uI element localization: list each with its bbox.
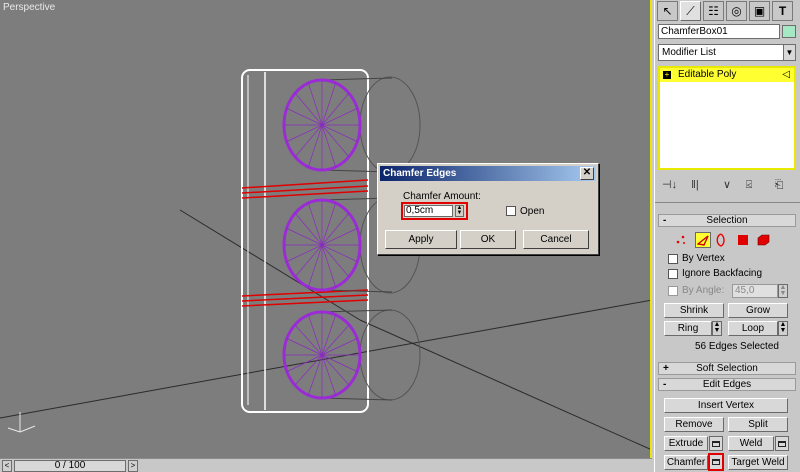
apply-button[interactable]: Apply xyxy=(385,230,457,249)
collapse-icon: - xyxy=(663,215,667,226)
expand-icon: + xyxy=(663,363,669,374)
time-prev-button[interactable]: < xyxy=(2,460,12,472)
by-angle-field[interactable]: 45,0 xyxy=(732,284,778,298)
chamfer-amount-label: Chamfer Amount: xyxy=(403,191,481,202)
box-outline xyxy=(241,69,369,413)
ignore-backfacing-checkbox[interactable] xyxy=(668,269,678,279)
vertex-mode-icon[interactable] xyxy=(673,232,689,248)
weld-settings-button[interactable] xyxy=(775,436,789,451)
utilities-icon: T xyxy=(778,4,787,18)
weld-button[interactable]: Weld xyxy=(728,436,774,451)
element-mode-icon[interactable] xyxy=(755,232,771,248)
rollout-title: Soft Selection xyxy=(696,363,758,374)
modifier-stack[interactable]: + Editable Poly ◁ xyxy=(658,66,796,170)
selection-rollout-header[interactable]: - Selection xyxy=(658,214,796,227)
rollout-title: Edit Edges xyxy=(702,379,752,390)
edit-edges-rollout-header[interactable]: - Edit Edges xyxy=(658,378,796,391)
soft-selection-rollout-header[interactable]: + Soft Selection xyxy=(658,362,796,375)
settings-window-icon xyxy=(712,459,720,465)
stack-toolbar: ⊣↓ ‖| ∨ ⍃ ⎗ xyxy=(658,176,796,194)
loop-spinner[interactable]: ▲ ▼ xyxy=(778,321,788,336)
command-panel-tabs: ↖ ⟋ ☷ ◎ ▣ T xyxy=(655,0,800,22)
insert-vertex-button[interactable]: Insert Vertex xyxy=(664,398,788,413)
time-next-button[interactable]: > xyxy=(128,460,138,472)
target-weld-button[interactable]: Target Weld xyxy=(728,455,788,470)
stack-item-label: Editable Poly xyxy=(678,69,737,80)
dialog-title-bar[interactable]: Chamfer Edges ✕ xyxy=(380,166,596,181)
polygon-mode-icon[interactable] xyxy=(735,232,751,248)
utilities-tab[interactable]: T xyxy=(772,1,793,21)
create-tab[interactable]: ↖ xyxy=(657,1,678,21)
modify-tab[interactable]: ⟋ xyxy=(680,1,701,21)
selection-status: 56 Edges Selected xyxy=(695,341,779,352)
settings-window-icon xyxy=(712,440,720,447)
show-end-result-icon[interactable]: ‖| xyxy=(688,178,702,192)
border-mode-icon[interactable] xyxy=(713,232,729,248)
ok-button[interactable]: OK xyxy=(460,230,516,249)
extrude-button[interactable]: Extrude xyxy=(664,436,708,451)
make-unique-icon[interactable]: ∨ xyxy=(720,178,734,192)
chamfer-amount-spinner[interactable]: ▲ ▼ xyxy=(455,205,464,217)
timeline: < 0 / 100 > xyxy=(0,458,652,472)
motion-tab[interactable]: ◎ xyxy=(726,1,747,21)
grow-button[interactable]: Grow xyxy=(728,303,788,318)
spin-down-icon: ▼ xyxy=(456,210,463,216)
rollout-title: Selection xyxy=(706,215,748,226)
create-icon: ↖ xyxy=(662,4,673,18)
edge-subobject-icon: ◁ xyxy=(782,69,790,80)
command-panel: ↖ ⟋ ☷ ◎ ▣ T ChamferBox01 Modifier List ▼… xyxy=(654,0,800,472)
open-checkbox[interactable] xyxy=(506,206,516,216)
by-angle-checkbox[interactable] xyxy=(668,286,678,296)
chamfer-edges-dialog: Chamfer Edges ✕ Chamfer Amount: 0,5cm ▲ ▼… xyxy=(377,163,599,255)
viewport-label[interactable]: Perspective xyxy=(3,2,55,13)
ring-button[interactable]: Ring xyxy=(664,321,712,336)
object-color-swatch[interactable] xyxy=(782,25,796,38)
hierarchy-tab[interactable]: ☷ xyxy=(703,1,724,21)
spin-down-icon: ▼ xyxy=(779,290,787,297)
object-name-field[interactable]: ChamferBox01 xyxy=(658,24,780,39)
remove-modifier-icon[interactable]: ⍃ xyxy=(742,178,756,192)
remove-button[interactable]: Remove xyxy=(664,417,724,432)
close-icon[interactable]: ✕ xyxy=(580,167,594,180)
stack-item-editable-poly[interactable]: + Editable Poly ◁ xyxy=(660,68,794,82)
settings-window-icon xyxy=(778,440,786,447)
chamfer-button[interactable]: Chamfer xyxy=(664,455,708,470)
open-label: Open xyxy=(520,206,545,217)
chamfer-amount-highlight: 0,5cm ▲ ▼ xyxy=(401,202,468,220)
edge-mode-icon[interactable] xyxy=(695,232,711,248)
time-slider[interactable]: 0 / 100 xyxy=(14,460,126,472)
motion-icon: ◎ xyxy=(731,4,742,18)
chamfer-amount-field[interactable]: 0,5cm xyxy=(404,205,453,217)
ignore-backfacing-label: Ignore Backfacing xyxy=(682,268,763,279)
ring-spinner[interactable]: ▲ ▼ xyxy=(712,321,722,336)
spin-down-icon: ▼ xyxy=(713,327,721,334)
chevron-down-icon[interactable]: ▼ xyxy=(783,45,795,60)
lens-top xyxy=(282,76,421,174)
by-vertex-checkbox[interactable] xyxy=(668,254,678,264)
modifier-list-dropdown[interactable]: Modifier List ▼ xyxy=(658,44,796,61)
hierarchy-icon: ☷ xyxy=(708,4,719,18)
loop-button[interactable]: Loop xyxy=(728,321,778,336)
extrude-settings-button[interactable] xyxy=(709,436,723,451)
lens-bottom xyxy=(282,309,421,401)
shrink-button[interactable]: Shrink xyxy=(664,303,724,318)
by-angle-spinner[interactable]: ▲ ▼ xyxy=(778,284,788,298)
modifier-list-label: Modifier List xyxy=(662,47,716,58)
cancel-button[interactable]: Cancel xyxy=(523,230,589,249)
panel-divider xyxy=(655,202,800,203)
modify-icon: ⟋ xyxy=(686,3,695,18)
pin-stack-icon[interactable]: ⊣↓ xyxy=(662,178,677,192)
axis-tripod-icon xyxy=(7,412,36,433)
configure-sets-icon[interactable]: ⎗ xyxy=(772,178,786,192)
display-icon: ▣ xyxy=(753,4,766,18)
by-angle-label: By Angle: xyxy=(682,285,725,296)
expand-icon[interactable]: + xyxy=(663,71,671,79)
dialog-title: Chamfer Edges xyxy=(383,168,457,179)
spin-down-icon: ▼ xyxy=(779,327,787,334)
display-tab[interactable]: ▣ xyxy=(749,1,770,21)
by-vertex-label: By Vertex xyxy=(682,253,725,264)
split-button[interactable]: Split xyxy=(728,417,788,432)
collapse-icon: - xyxy=(663,379,667,390)
chamfer-settings-button[interactable] xyxy=(708,453,724,471)
